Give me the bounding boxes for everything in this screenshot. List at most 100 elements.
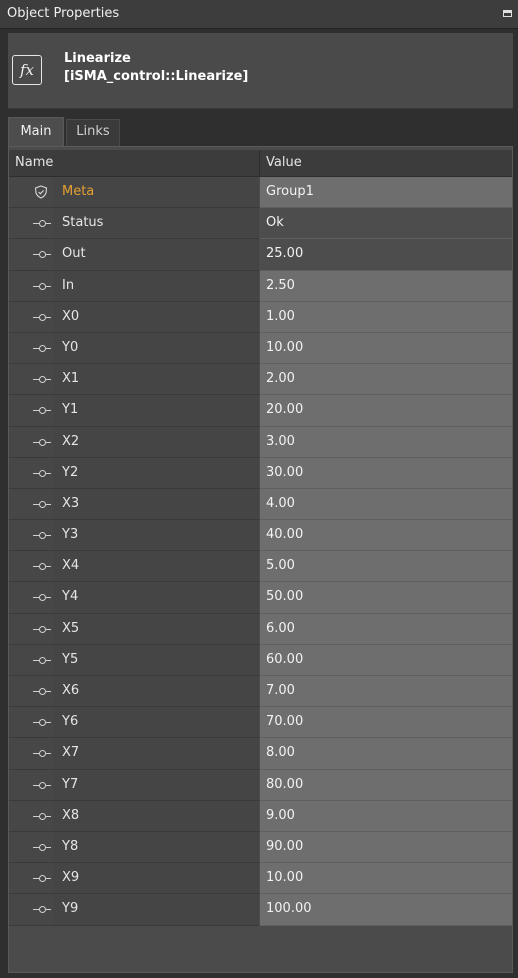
property-value[interactable]: 8.00 [260,738,512,770]
column-header-name[interactable]: Name [15,155,53,170]
property-grid: Name Value Meta Group1 Status Ok Out 25.00 In 2… [8,146,513,973]
slot-pin-icon [33,376,53,384]
slot-pin-icon [33,407,53,415]
property-value[interactable]: 9.00 [260,800,512,832]
property-value[interactable]: 80.00 [260,769,512,801]
property-label: Y3 [62,527,79,543]
property-row[interactable]: X7 8.00 [9,738,512,770]
property-name-cell: X8 [9,800,259,832]
property-label: X5 [62,620,80,636]
property-row[interactable]: Y5 60.00 [9,644,512,676]
maximize-icon[interactable] [503,10,512,17]
property-label: Y2 [62,464,79,480]
property-row[interactable]: Y2 30.00 [9,457,512,489]
column-header-value[interactable]: Value [266,155,302,170]
slot-pin-icon [33,812,53,820]
property-value[interactable]: 70.00 [260,707,512,739]
property-label: X8 [62,807,80,823]
property-name-cell: Y8 [9,831,259,864]
property-name-cell: X3 [9,488,259,521]
property-value[interactable]: 1.00 [260,301,512,333]
property-value[interactable]: 20.00 [260,395,512,427]
property-value[interactable]: 2.50 [260,270,512,302]
property-value[interactable]: Group1 [260,177,512,209]
property-label: Y1 [62,402,79,418]
slot-pin-icon [33,656,53,664]
property-name-cell: Y1 [9,395,259,427]
panel-titlebar: Object Properties [0,0,518,29]
property-row[interactable]: Y9 100.00 [9,894,512,926]
slot-pin-icon [33,625,53,633]
property-label: Y9 [62,901,79,917]
property-name-cell: X6 [9,676,259,708]
property-label: Y0 [62,339,79,355]
property-row[interactable]: X3 4.00 [9,488,512,521]
property-value[interactable]: 2.00 [260,364,512,396]
property-row[interactable]: Y3 40.00 [9,520,512,552]
slot-pin-icon [33,251,53,259]
property-name-cell: Meta [9,177,259,209]
slot-pin-icon [33,532,53,540]
property-name-cell: X2 [9,426,259,458]
property-row[interactable]: Status Ok [9,208,512,240]
property-label: Y5 [62,651,79,667]
property-row[interactable]: X6 7.00 [9,676,512,708]
property-row[interactable]: Out 25.00 [9,239,512,271]
slot-pin-icon [33,220,53,228]
property-value[interactable]: 7.00 [260,676,512,708]
property-value[interactable]: 90.00 [260,831,512,864]
fx-icon: fx [12,55,42,85]
property-row[interactable]: X1 2.00 [9,364,512,396]
property-row[interactable]: X5 6.00 [9,613,512,645]
property-label: Meta [62,184,95,199]
column-divider[interactable] [259,150,260,176]
property-row[interactable]: Y7 80.00 [9,769,512,801]
property-row[interactable]: X4 5.00 [9,551,512,583]
property-value[interactable]: 40.00 [260,520,512,552]
tab-links[interactable]: Links [66,119,120,147]
property-value[interactable]: Ok [260,208,512,240]
property-value[interactable]: 10.00 [260,332,512,365]
property-name-cell: X4 [9,551,259,583]
property-value[interactable]: 3.00 [260,426,512,458]
property-value[interactable]: 10.00 [260,863,512,895]
property-value[interactable]: 30.00 [260,457,512,489]
property-value[interactable]: 6.00 [260,613,512,645]
property-value[interactable]: 50.00 [260,582,512,614]
property-label: X9 [62,870,80,886]
property-name-cell: X9 [9,863,259,895]
property-label: X0 [62,308,80,324]
property-row[interactable]: Y6 70.00 [9,707,512,739]
grid-header: Name Value [9,150,512,177]
property-row[interactable]: X9 10.00 [9,863,512,895]
property-row[interactable]: X0 1.00 [9,301,512,333]
property-label: Y8 [62,838,79,854]
object-name: Linearize [64,51,131,66]
property-label: Status [62,215,104,231]
property-name-cell: Y4 [9,582,259,614]
property-row[interactable]: Meta Group1 [9,177,512,209]
property-value[interactable]: 60.00 [260,644,512,676]
property-row[interactable]: Y4 50.00 [9,582,512,614]
slot-pin-icon [33,906,53,914]
slot-pin-icon [33,750,53,758]
property-value[interactable]: 5.00 [260,551,512,583]
property-name-cell: Y0 [9,332,259,365]
property-row[interactable]: In 2.50 [9,270,512,302]
property-value[interactable]: 25.00 [260,239,512,271]
property-row[interactable]: X8 9.00 [9,800,512,832]
property-value[interactable]: 4.00 [260,488,512,521]
property-row[interactable]: X2 3.00 [9,426,512,458]
slot-pin-icon [33,313,53,321]
property-row[interactable]: Y0 10.00 [9,332,512,365]
property-name-cell: Status [9,208,259,240]
tab-main[interactable]: Main [8,117,64,147]
property-value[interactable]: 100.00 [260,894,512,926]
property-label: X2 [62,433,80,449]
property-label: Y7 [62,776,79,792]
slot-pin-icon [33,438,53,446]
property-row[interactable]: Y1 20.00 [9,395,512,427]
property-name-cell: Out [9,239,259,271]
property-row[interactable]: Y8 90.00 [9,831,512,864]
property-name-cell: X7 [9,738,259,770]
